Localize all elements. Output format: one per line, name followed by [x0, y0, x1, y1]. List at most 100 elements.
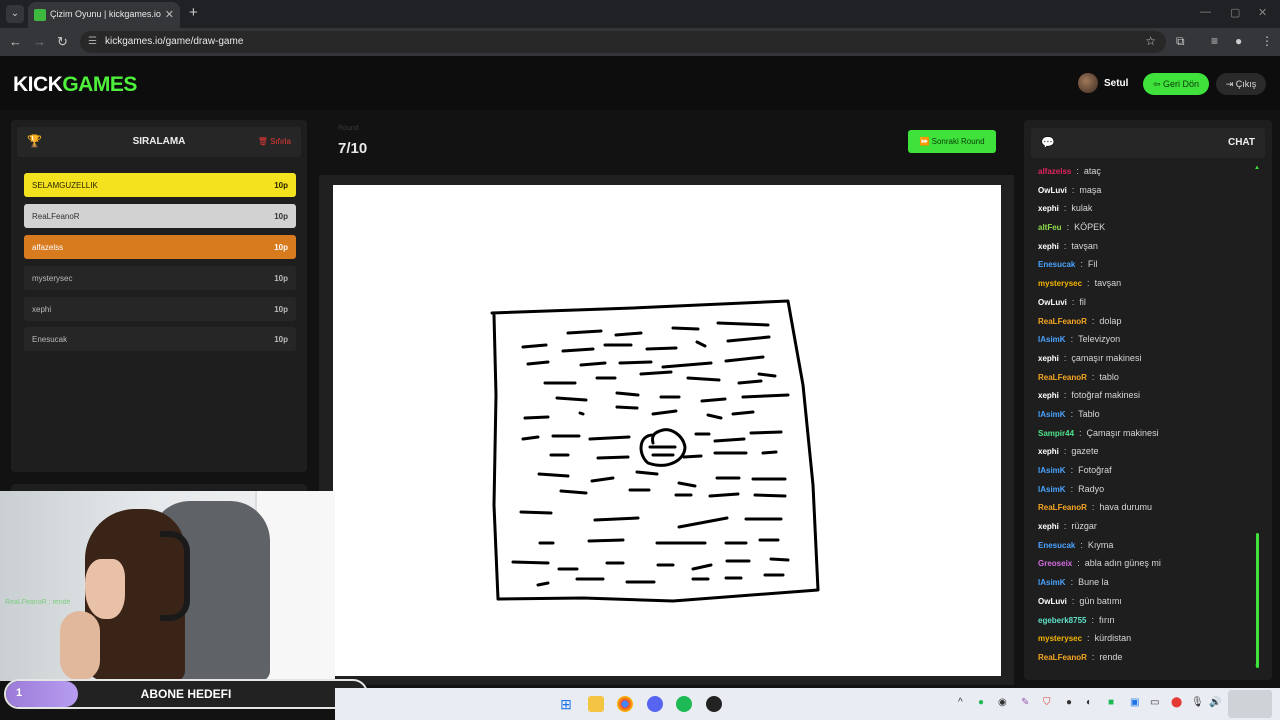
logo-kick: KICK — [13, 73, 63, 96]
back-arrow-icon[interactable]: ← — [9, 34, 22, 49]
tray-cloud-icon[interactable]: ▣ — [1130, 697, 1139, 708]
tray-chevron-icon[interactable]: ^ — [958, 697, 963, 708]
player-points: 10p — [274, 243, 288, 252]
chat-separator: : — [1066, 222, 1070, 233]
chat-username[interactable]: Sampir44 — [1038, 429, 1074, 438]
chat-scrollbar[interactable] — [1256, 533, 1259, 668]
chat-message: OwLuvi: fil — [1038, 296, 1258, 315]
browser-tab[interactable]: Çizim Oyunu | kickgames.io ✕ — [28, 2, 180, 28]
chat-message: xephi: tavşan — [1038, 240, 1258, 259]
discord-icon[interactable] — [647, 696, 663, 712]
leaderboard-panel: 🏆 SIRALAMA 🗑 Sıfırla SELAMGUZELLIK 10p R… — [11, 120, 307, 472]
chat-username[interactable]: mysterysec — [1038, 279, 1082, 288]
site-info-icon[interactable]: ☰ — [88, 36, 97, 47]
maximize-icon[interactable]: ▢ — [1230, 6, 1240, 19]
chat-username[interactable]: xephi — [1038, 447, 1059, 456]
chat-message: lAsimK: Radyo — [1038, 483, 1258, 502]
chat-username[interactable]: Enesucak — [1038, 260, 1075, 269]
avatar[interactable] — [1078, 73, 1098, 93]
chat-username[interactable]: lAsimK — [1038, 410, 1066, 419]
chat-text: maşa — [1079, 184, 1102, 195]
tray-app-icon[interactable]: ◐ — [1086, 697, 1092, 708]
chat-username[interactable]: Enesucak — [1038, 541, 1075, 550]
chat-username[interactable]: egeberk8755 — [1038, 616, 1086, 625]
media-icon[interactable]: ≡ — [1211, 34, 1218, 48]
spotify-icon[interactable] — [676, 696, 692, 712]
chat-username[interactable]: lAsimK — [1038, 485, 1066, 494]
chat-username[interactable]: ReaLFeanoR — [1038, 317, 1087, 326]
chat-username[interactable]: lAsimK — [1038, 578, 1066, 587]
close-icon[interactable]: ✕ — [165, 8, 174, 21]
chat-username[interactable]: OwLuvi — [1038, 597, 1067, 606]
tray-display-icon[interactable]: ▭ — [1150, 697, 1159, 708]
forward-arrow-icon[interactable]: → — [33, 34, 46, 49]
next-round-button[interactable]: ⏩ Sonraki Round — [908, 130, 996, 153]
chat-username[interactable]: xephi — [1038, 391, 1059, 400]
chrome-icon[interactable] — [617, 696, 633, 712]
chat-username[interactable]: lAsimK — [1038, 466, 1066, 475]
chat-text: rende — [1099, 651, 1123, 662]
chat-text: tablo — [1099, 371, 1119, 382]
chat-panel: 💬 CHAT alfazelss: ataç OwLuvi: maşa xephi: ku… — [1024, 120, 1272, 680]
chat-text: kürdistan — [1094, 633, 1132, 644]
tray-shield-icon[interactable]: ⛉ — [1043, 697, 1051, 708]
extensions-icon[interactable]: ⧉ — [1176, 34, 1185, 49]
tab-list-icon[interactable]: ⌄ — [6, 5, 24, 23]
windows-start-icon[interactable]: ⊞ — [558, 696, 574, 712]
chat-text: Fil — [1087, 259, 1098, 270]
scroll-up-icon[interactable]: ▲ — [1254, 165, 1260, 171]
tray-github-icon[interactable]: ● — [1066, 697, 1072, 708]
chat-separator: : — [1077, 558, 1080, 569]
chat-username[interactable]: lAsimK — [1038, 335, 1066, 344]
chat-username[interactable]: alfazelss — [1038, 167, 1071, 176]
address-bar[interactable]: ☰ kickgames.io/game/draw-game ☆ — [80, 31, 1166, 53]
drawing — [490, 299, 820, 603]
leaderboard-row: mysterysec 10p — [24, 266, 296, 290]
tray-nvidia-icon[interactable]: ■ — [1108, 697, 1114, 708]
chat-username[interactable]: OwLuvi — [1038, 186, 1067, 195]
chat-message: lAsimK: Tablo — [1038, 408, 1258, 427]
reset-button[interactable]: 🗑 Sıfırla — [258, 137, 291, 146]
chat-username[interactable]: mysterysec — [1038, 634, 1082, 643]
chat-username[interactable]: xephi — [1038, 204, 1059, 213]
browser-tabbar: ⌄ Çizim Oyunu | kickgames.io ✕ + — ▢ ✕ — [0, 0, 1280, 28]
tray-record-icon[interactable]: ⬤ — [1171, 697, 1182, 708]
obs-icon[interactable] — [706, 696, 722, 712]
player-points: 10p — [274, 274, 288, 283]
tray-steam-icon[interactable]: ◉ — [998, 697, 1007, 708]
reload-icon[interactable]: ↻ — [57, 34, 68, 50]
clock[interactable] — [1228, 690, 1272, 718]
tray-pen-icon[interactable]: ✎ — [1021, 697, 1029, 708]
chat-username[interactable]: Greoseix — [1038, 559, 1072, 568]
file-explorer-icon[interactable] — [588, 696, 604, 712]
chat-username[interactable]: ReaLFeanoR — [1038, 653, 1087, 662]
menu-kebab-icon[interactable]: ⋮ — [1261, 34, 1273, 48]
chat-text: dolap — [1099, 315, 1122, 326]
chat-separator: : — [1070, 465, 1074, 475]
bookmark-star-icon[interactable]: ☆ — [1145, 34, 1156, 48]
chat-username[interactable]: ReaLFeanoR — [1038, 503, 1087, 512]
new-tab-icon[interactable]: + — [189, 4, 198, 21]
chat-username[interactable]: xephi — [1038, 242, 1059, 251]
tray-spotify-icon[interactable]: ● — [978, 697, 984, 708]
drawing-canvas[interactable] — [333, 185, 1001, 676]
window-close-icon[interactable]: ✕ — [1258, 6, 1267, 19]
scroll-down-icon[interactable]: ▼ — [1254, 664, 1260, 670]
chat-username[interactable]: OwLuvi — [1038, 298, 1067, 307]
minimize-icon[interactable]: — — [1200, 6, 1211, 18]
microphone-icon[interactable]: 🎙 — [1191, 697, 1204, 708]
volume-icon[interactable]: 🔊 — [1209, 697, 1221, 708]
chat-separator: : — [1091, 315, 1095, 326]
chat-username[interactable]: altFeu — [1038, 223, 1062, 232]
profile-icon[interactable]: ● — [1235, 34, 1242, 48]
chat-message-list[interactable]: alfazelss: ataç OwLuvi: maşa xephi: kulak altF… — [1038, 165, 1258, 670]
site-logo[interactable]: KICKGAMES — [13, 73, 137, 97]
player-points: 10p — [274, 305, 288, 314]
taskbar: ⊞ ^ ● ◉ ✎ ⛉ ● ◐ ■ ▣ ▭ ⬤ 🎙 🔊 — [335, 688, 1280, 720]
chat-username[interactable]: xephi — [1038, 354, 1059, 363]
back-button[interactable]: ⇦ Geri Dön — [1143, 73, 1209, 95]
logout-button[interactable]: ⇥ Çıkış — [1216, 73, 1266, 95]
subscriber-goal-bar: 1 ABONE HEDEFI 5 — [4, 679, 368, 709]
chat-username[interactable]: xephi — [1038, 522, 1059, 531]
chat-username[interactable]: ReaLFeanoR — [1038, 373, 1087, 382]
